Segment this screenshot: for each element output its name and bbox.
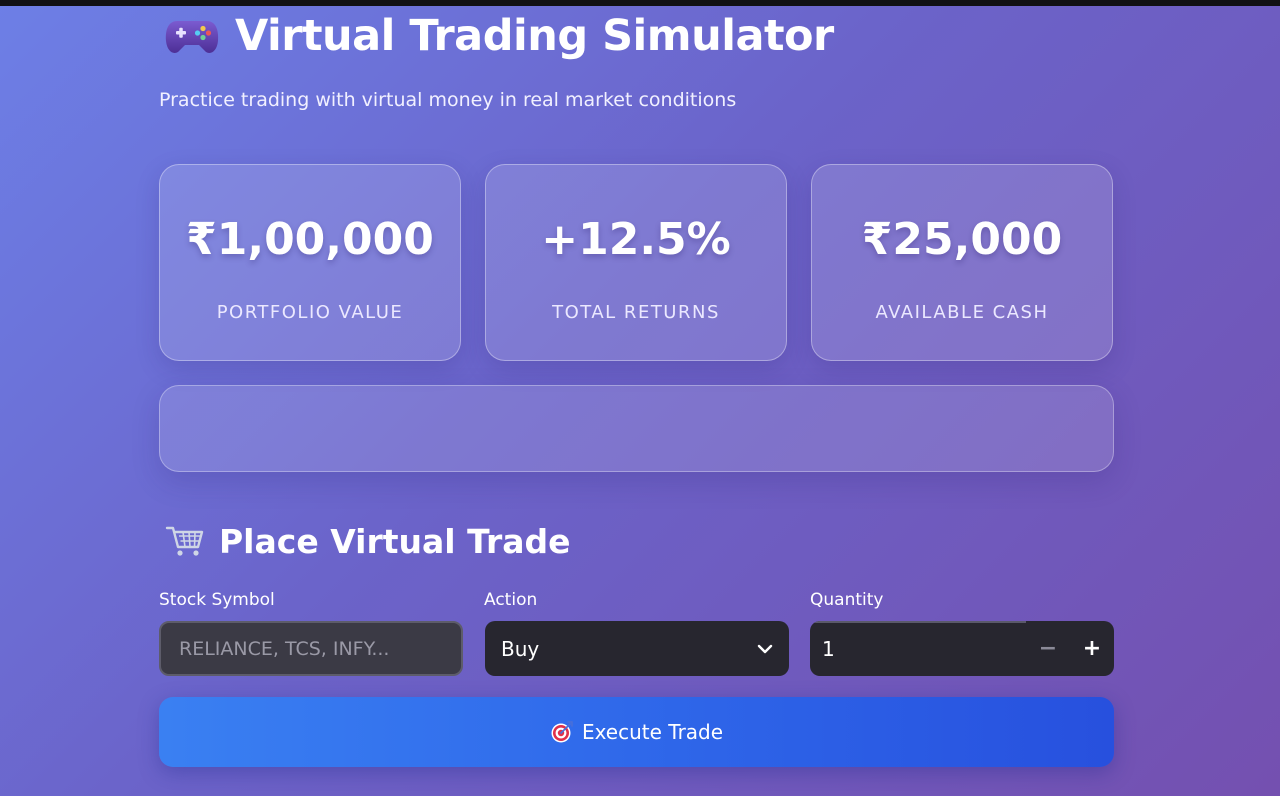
execute-trade-label: Execute Trade xyxy=(581,720,724,744)
available-cash-card: ₹25,000 AVAILABLE CASH xyxy=(811,164,1113,361)
stock-symbol-label: Stock Symbol xyxy=(159,590,275,610)
action-select[interactable]: Buy xyxy=(485,621,789,676)
shopping-cart-icon xyxy=(165,526,204,556)
target-icon xyxy=(551,721,573,743)
chevron-down-icon xyxy=(757,644,773,653)
total-returns-card: +12.5% TOTAL RETURNS xyxy=(485,164,787,361)
trade-section-title: Place Virtual Trade xyxy=(219,521,571,561)
available-cash-label: AVAILABLE CASH xyxy=(875,302,1049,323)
available-cash-value: ₹25,000 xyxy=(861,214,1063,265)
quantity-value[interactable]: 1 xyxy=(810,637,1026,661)
action-selected-value: Buy xyxy=(501,636,540,661)
gamepad-icon xyxy=(165,21,219,53)
page-title: Virtual Trading Simulator xyxy=(235,11,834,61)
quantity-decrement-button[interactable]: − xyxy=(1026,621,1070,676)
execute-trade-button[interactable]: Execute Trade xyxy=(159,697,1114,767)
total-returns-value: +12.5% xyxy=(541,214,731,265)
page-subtitle: Practice trading with virtual money in r… xyxy=(159,89,737,111)
quantity-label: Quantity xyxy=(810,590,884,610)
total-returns-label: TOTAL RETURNS xyxy=(552,302,720,323)
quantity-stepper[interactable]: 1 − + xyxy=(810,621,1114,676)
browser-top-bar xyxy=(0,0,1280,6)
action-label: Action xyxy=(484,590,538,610)
empty-info-panel xyxy=(159,385,1114,472)
portfolio-value-label: PORTFOLIO VALUE xyxy=(216,302,404,323)
page-header: Virtual Trading Simulator xyxy=(159,10,834,62)
stock-symbol-input[interactable] xyxy=(159,621,463,676)
trade-section-header: Place Virtual Trade xyxy=(159,517,571,565)
portfolio-value-card: ₹1,00,000 PORTFOLIO VALUE xyxy=(159,164,461,361)
quantity-increment-button[interactable]: + xyxy=(1070,621,1114,676)
portfolio-value: ₹1,00,000 xyxy=(186,214,434,265)
